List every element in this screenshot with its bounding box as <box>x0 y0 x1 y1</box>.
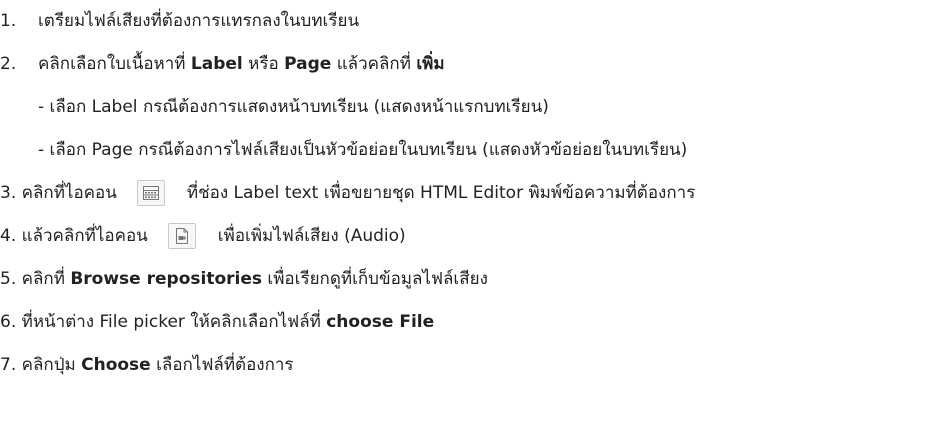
step-4-prefix: 4. แล้วคลิกที่ไอคอน <box>0 226 148 246</box>
step-6-choose-file-keyword: choose File <box>326 312 435 332</box>
step-3-suffix: ที่ช่อง Label text เพื่อขยายชุด HTML Edi… <box>186 183 696 203</box>
step-1-text: เตรียมไฟล์เสียงที่ต้องการแทรกลงในบทเรียน <box>38 11 360 31</box>
step-6-prefix: 6. ที่หน้าต่าง File picker ให้คลิกเลือกไ… <box>0 312 327 332</box>
step-2-sub-a: - เลือก Label กรณีต้องการแสดงหน้าบทเรียน… <box>38 95 549 119</box>
step-4-suffix: เพื่อเพิ่มไฟล์เสียง (Audio) <box>217 226 406 246</box>
step-3: 3. คลิกที่ไอคอน ที่ช่อง Label text เพื่อ… <box>0 180 696 206</box>
step-6: 6. ที่หน้าต่าง File picker ให้คลิกเลือกไ… <box>0 310 434 334</box>
step-2-sub-b: - เลือก Page กรณีต้องการไฟล์เสียงเป็นหัว… <box>38 138 687 162</box>
step-2-prefix: คลิกเลือกใบเนื้อหาที่ <box>38 54 191 74</box>
step-1: 1. เตรียมไฟล์เสียงที่ต้องการแทรกลงในบทเร… <box>0 9 359 33</box>
step-2-add-keyword: เพิ่ม <box>416 54 445 74</box>
step-7: 7. คลิกปุ่ม Choose เลือกไฟล์ที่ต้องการ <box>0 353 294 377</box>
step-5: 5. คลิกที่ Browse repositories เพื่อเรีย… <box>0 267 488 291</box>
step-2-sub-b-text: - เลือก Page กรณีต้องการไฟล์เสียงเป็นหัว… <box>38 140 688 160</box>
step-5-browse-keyword: Browse repositories <box>70 269 262 289</box>
step-5-prefix: 5. คลิกที่ <box>0 269 71 289</box>
step-2-sub-a-text: - เลือก Label กรณีต้องการแสดงหน้าบทเรียน… <box>38 97 549 117</box>
step-2-page-keyword: Page <box>284 54 332 74</box>
toolbar-toggle-icon <box>136 180 165 206</box>
step-7-suffix: เลือกไฟล์ที่ต้องการ <box>150 355 294 375</box>
step-4: 4. แล้วคลิกที่ไอคอน เพื่อเพิ่มไฟล์เสียง … <box>0 223 406 249</box>
step-1-number: 1. <box>0 11 17 31</box>
step-2-number: 2. <box>0 54 17 74</box>
step-2-mid: แล้วคลิกที่ <box>331 54 417 74</box>
step-7-prefix: 7. คลิกปุ่ม <box>0 355 82 375</box>
step-2-label-keyword: Label <box>190 54 243 74</box>
step-7-choose-keyword: Choose <box>81 355 151 375</box>
step-5-suffix: เพื่อเรียกดูที่เก็บข้อมูลไฟล์เสียง <box>262 269 488 289</box>
step-2: 2. คลิกเลือกใบเนื้อหาที่ Label หรือ Page… <box>0 52 445 76</box>
step-2-or: หรือ <box>242 54 285 74</box>
step-3-prefix: 3. คลิกที่ไอคอน <box>0 183 117 203</box>
media-insert-icon <box>167 223 196 249</box>
